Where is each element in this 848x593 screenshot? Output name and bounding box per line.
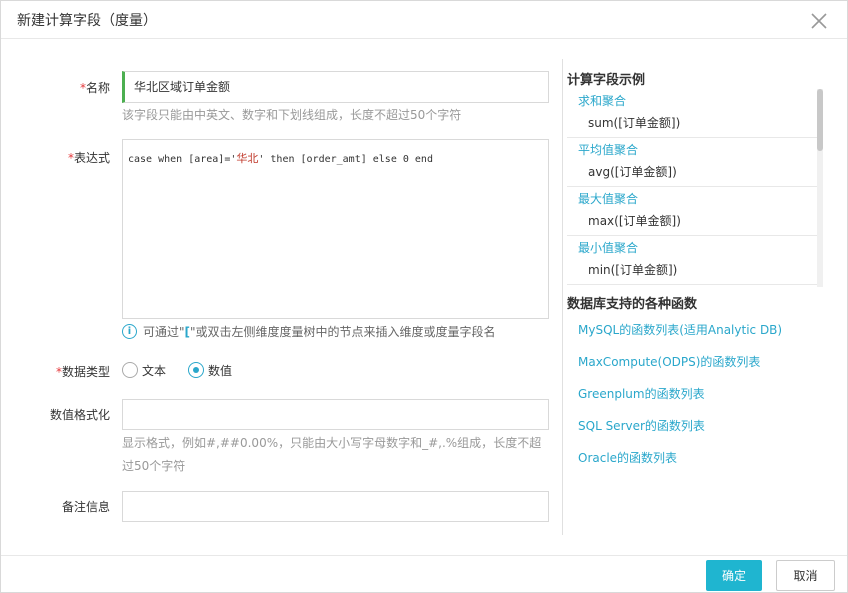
number-format-input[interactable] (122, 399, 549, 430)
name-label-text: 名称 (85, 81, 110, 95)
radio-text[interactable]: 文本 (122, 362, 166, 379)
example-name: 平均值聚合 (578, 143, 639, 157)
info-text: 可通过"["或双击左侧维度度量树中的节点来插入维度或度量字段名 (143, 323, 496, 340)
name-hint: 该字段只能由中英文、数字和下划线组成，长度不超过50个字符 (122, 108, 462, 122)
code-part2: ' then [order_amt] else 0 end (258, 154, 433, 165)
example-code: max([订单金额]) (588, 214, 681, 228)
name-input[interactable]: 华北区域订单金额 (122, 71, 549, 103)
radio-unchecked-icon (122, 362, 138, 378)
link-sqlserver-functions[interactable]: SQL Server的函数列表 (578, 417, 705, 434)
info-icon: i (122, 323, 137, 339)
example-code: min([订单金额]) (588, 263, 678, 277)
remark-label: 备注信息 (61, 500, 110, 514)
examples-scrollbar[interactable] (817, 89, 823, 287)
example-name: 求和聚合 (578, 94, 627, 108)
dialog-title: 新建计算字段（度量） (17, 13, 157, 29)
ok-button[interactable]: 确定 (706, 560, 762, 591)
link-mysql-functions[interactable]: MySQL的函数列表(适用Analytic DB) (578, 321, 782, 338)
name-label: *名称 (10, 79, 110, 96)
data-type-radio-group: 文本 数值 (122, 361, 254, 379)
example-code: sum([订单金额]) (588, 116, 681, 130)
close-icon[interactable] (809, 11, 829, 31)
info-prefix: 可通过" (143, 324, 185, 339)
link-oracle-functions[interactable]: Oracle的函数列表 (578, 449, 677, 466)
examples-list: 求和聚合 sum([订单金额]) 平均值聚合 avg([订单金额]) 最大值聚合… (567, 89, 823, 287)
example-item: 平均值聚合 avg([订单金额]) (567, 138, 823, 187)
dialog-header: 新建计算字段（度量） (1, 1, 847, 39)
example-name: 最小值聚合 (578, 241, 639, 255)
examples-title: 计算字段示例 (567, 73, 646, 88)
example-item: 求和聚合 sum([订单金额]) (567, 89, 823, 138)
cancel-button[interactable]: 取消 (776, 560, 835, 591)
number-format-hint-2: 过50个字符 (122, 459, 186, 473)
expression-info: i 可通过"["或双击左侧维度度量树中的节点来插入维度或度量字段名 (122, 321, 496, 341)
remark-input[interactable] (122, 491, 549, 522)
radio-text-label: 文本 (142, 363, 167, 378)
data-type-label: *数据类型 (10, 363, 110, 380)
code-part1: case when [area]=' (128, 154, 237, 165)
expression-label-text: 表达式 (73, 151, 110, 165)
info-suffix: "或双击左侧维度度量树中的节点来插入维度或度量字段名 (190, 324, 496, 339)
number-format-hint-1: 显示格式，例如#,##0.00%，只能由大小写字母数字和_#,.%组成，长度不超 (122, 436, 542, 450)
functions-title: 数据库支持的各种函数 (567, 297, 698, 312)
scrollbar-thumb[interactable] (817, 89, 823, 151)
radio-number[interactable]: 数值 (188, 362, 232, 379)
example-name: 最大值聚合 (578, 192, 639, 206)
link-maxcompute-functions[interactable]: MaxCompute(ODPS)的函数列表 (578, 353, 760, 370)
number-format-label: 数值格式化 (49, 408, 110, 422)
expression-editor[interactable]: case when [area]='华北' then [order_amt] e… (122, 139, 549, 319)
radio-number-label: 数值 (208, 363, 233, 378)
expression-label: *表达式 (10, 149, 110, 166)
example-code: avg([订单金额]) (588, 165, 677, 179)
link-greenplum-functions[interactable]: Greenplum的函数列表 (578, 385, 705, 402)
radio-checked-icon (188, 362, 205, 378)
example-item: 最大值聚合 max([订单金额]) (567, 187, 823, 236)
code-cn: 华北 (236, 152, 259, 165)
new-calculated-field-dialog: 新建计算字段（度量） *名称 华北区域订单金额 该字段只能由中英文、数字和下划线… (0, 0, 848, 593)
example-item: 最小值聚合 min([订单金额]) (567, 236, 823, 285)
panel-divider (562, 59, 563, 535)
data-type-label-text: 数据类型 (61, 365, 110, 379)
footer-divider (1, 555, 847, 556)
